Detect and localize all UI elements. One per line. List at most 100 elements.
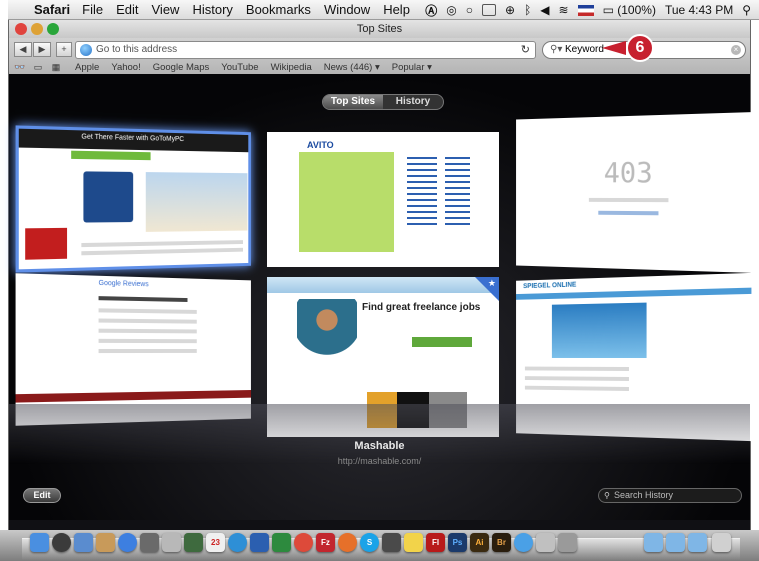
floor-reflection <box>9 404 750 464</box>
chrome-icon[interactable] <box>294 533 313 552</box>
utilities-icon[interactable] <box>536 533 555 552</box>
folder-icon[interactable] <box>644 533 663 552</box>
screen: Safari File Edit View History Bookmarks … <box>0 0 759 561</box>
globe-icon <box>80 44 92 56</box>
bookmark-yahoo[interactable]: Yahoo! <box>111 62 140 73</box>
thumbnail-2-logo: AVITO <box>307 140 334 150</box>
circle-status-icon[interactable]: ○ <box>466 3 473 17</box>
selected-site-url: http://mashable.com/ <box>337 456 422 466</box>
back-button[interactable]: ◀ <box>14 42 32 57</box>
bookmark-news[interactable]: News (446) ▾ <box>324 62 380 73</box>
thumbnail-4-header: Google Reviews <box>98 279 149 289</box>
step-callout-badge: 6 <box>626 34 654 62</box>
bridge-icon[interactable]: Br <box>492 533 511 552</box>
pinned-star-icon: ★ <box>487 278 496 288</box>
preview-icon[interactable] <box>382 533 401 552</box>
book-icon[interactable]: ▭ <box>31 62 45 73</box>
edit-button[interactable]: Edit <box>23 488 61 503</box>
word-icon[interactable] <box>250 533 269 552</box>
callout-arrow <box>602 41 626 55</box>
window-title: Top Sites <box>356 23 403 35</box>
calendar-icon[interactable]: 23 <box>206 533 225 552</box>
excel-icon[interactable] <box>272 533 291 552</box>
menu-history[interactable]: History <box>192 2 232 17</box>
time-machine-icon[interactable]: ⊕ <box>505 3 515 17</box>
clear-search-icon[interactable]: × <box>731 45 741 55</box>
flash-icon[interactable]: Fl <box>426 533 445 552</box>
bookmark-youtube[interactable]: YouTube <box>221 62 258 73</box>
reading-list-icon[interactable]: 👓 <box>13 62 27 73</box>
window-status-icon[interactable] <box>482 4 496 16</box>
sync-status-icon[interactable]: ◎ <box>446 3 456 17</box>
top-site-thumbnail-1[interactable]: Get There Faster with GoToMyPC <box>15 125 251 273</box>
view-switcher: Top Sites History <box>322 94 444 110</box>
wifi-icon[interactable]: ≋ <box>559 3 569 17</box>
clock[interactable]: Tue 4:43 PM <box>665 3 733 17</box>
dashboard-icon[interactable] <box>52 533 71 552</box>
top-site-thumbnail-4[interactable]: Google Reviews <box>15 273 251 426</box>
system-icon[interactable] <box>558 533 577 552</box>
address-bar[interactable]: Go to this address ↻ <box>75 41 536 59</box>
add-bookmark-button[interactable]: + <box>56 42 72 57</box>
app-menu[interactable]: Safari <box>34 2 70 17</box>
folder-icon-2[interactable] <box>666 533 685 552</box>
folder-icon-3[interactable] <box>688 533 707 552</box>
skype-icon[interactable]: S <box>360 533 379 552</box>
notes-icon[interactable] <box>404 533 423 552</box>
tab-top-sites[interactable]: Top Sites <box>323 95 383 109</box>
battery-icon: ▭ <box>602 3 614 17</box>
input-flag-icon[interactable] <box>577 4 594 16</box>
adobe-status-icon[interactable]: Ⓐ <box>425 2 437 19</box>
close-window-button[interactable] <box>15 23 27 35</box>
safari-window: Top Sites ◀ ▶ + Go to this address ↻ ⚲▾ … <box>8 20 752 530</box>
finder-icon[interactable] <box>30 533 49 552</box>
tab-history[interactable]: History <box>383 95 443 109</box>
battery-label: (100%) <box>617 3 656 17</box>
status-area: Ⓐ ◎ ○ ⊕ ᛒ ◀ ≋ ▭ (100%) Tue 4:43 PM ⚲ <box>425 0 751 20</box>
bookmarks-bar: 👓 ▭ ▦ Apple Yahoo! Google Maps YouTube W… <box>9 61 750 74</box>
top-site-thumbnail-2[interactable]: AVITO <box>267 132 499 267</box>
contacts-icon[interactable] <box>96 533 115 552</box>
bookmark-apple[interactable]: Apple <box>75 62 99 73</box>
reload-icon[interactable]: ↻ <box>521 42 530 58</box>
top-sites-view: Top Sites History Get There Faster with … <box>9 74 752 520</box>
menu-window[interactable]: Window <box>324 2 370 17</box>
search-value: Keyword <box>565 44 604 55</box>
menu-help[interactable]: Help <box>383 2 410 17</box>
bookmark-popular[interactable]: Popular ▾ <box>392 62 432 73</box>
volume-icon[interactable]: ◀ <box>540 3 549 17</box>
bluetooth-icon[interactable]: ᛒ <box>524 3 531 17</box>
itunes-icon[interactable] <box>118 533 137 552</box>
illustrator-icon[interactable]: Ai <box>470 533 489 552</box>
bookmark-wikipedia[interactable]: Wikipedia <box>271 62 312 73</box>
menu-view[interactable]: View <box>152 2 180 17</box>
filezilla-icon[interactable]: Fz <box>316 533 335 552</box>
safari-icon[interactable] <box>228 533 247 552</box>
menu-bookmarks[interactable]: Bookmarks <box>246 2 311 17</box>
forward-button[interactable]: ▶ <box>33 42 51 57</box>
dictionary-icon[interactable] <box>162 533 181 552</box>
top-site-thumbnail-3[interactable]: 403 <box>516 112 752 273</box>
search-icon: ⚲▾ <box>550 44 563 55</box>
spotlight-icon[interactable]: ⚲ <box>742 3 751 17</box>
search-history-icon: ⚲ <box>604 491 610 500</box>
selected-site-name: Mashable <box>354 440 405 452</box>
photoshop-icon[interactable]: Ps <box>448 533 467 552</box>
app-store-icon[interactable] <box>514 533 533 552</box>
photos-icon[interactable] <box>184 533 203 552</box>
thumbnail-3-status: 403 <box>603 155 653 190</box>
menu-file[interactable]: File <box>82 2 103 17</box>
bookmark-google-maps[interactable]: Google Maps <box>153 62 210 73</box>
menu-bar: Safari File Edit View History Bookmarks … <box>8 0 759 20</box>
search-history-placeholder: Search History <box>614 490 674 500</box>
firefox-icon[interactable] <box>338 533 357 552</box>
menu-edit[interactable]: Edit <box>116 2 138 17</box>
search-history-field[interactable]: ⚲ Search History <box>598 488 742 503</box>
trash-icon[interactable] <box>712 533 731 552</box>
zoom-window-button[interactable] <box>47 23 59 35</box>
top-sites-grid-icon[interactable]: ▦ <box>49 62 63 73</box>
facetime-icon[interactable] <box>140 533 159 552</box>
battery-indicator[interactable]: ▭ (100%) <box>603 3 656 17</box>
minimize-window-button[interactable] <box>31 23 43 35</box>
mail-icon[interactable] <box>74 533 93 552</box>
